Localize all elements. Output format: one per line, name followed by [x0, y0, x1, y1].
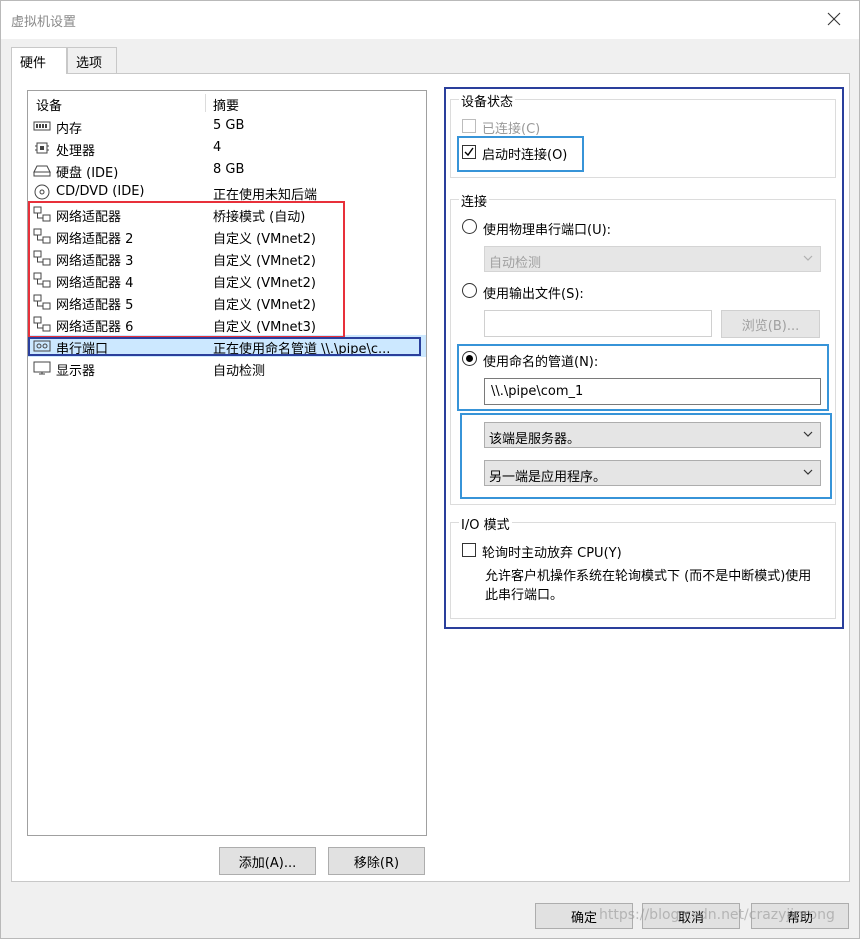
- device-summary: 5 GB: [213, 118, 245, 133]
- device-list[interactable]: 设备 摘要 内存 5 GB 处理器 4 硬盘 (IDE) 8 GB CD/DVD…: [27, 90, 427, 836]
- network-adapter-icon: [33, 272, 51, 288]
- device-summary: 自定义 (VMnet2): [213, 254, 316, 269]
- vm-settings-window: 虚拟机设置 硬件 选项 设备 摘要 内存 5 GB 处理器 4 硬盘 (IDE)…: [0, 0, 860, 939]
- device-row-hard-disk[interactable]: 硬盘 (IDE) 8 GB: [28, 159, 426, 181]
- device-summary: 4: [213, 140, 222, 155]
- connected-label: 已连接(C): [482, 122, 541, 137]
- device-summary: 桥接模式 (自动): [213, 210, 306, 225]
- device-summary: 自动检测: [213, 364, 266, 379]
- device-list-header: 设备 摘要: [28, 91, 426, 115]
- device-status-group: 设备状态 已连接(C) 启动时连接(O): [450, 91, 836, 178]
- column-summary[interactable]: 摘要: [213, 95, 239, 114]
- network-adapter-icon: [33, 250, 51, 266]
- device-name: 网络适配器 5: [56, 298, 134, 313]
- io-mode-group: I/O 模式 轮询时主动放弃 CPU(Y) 允许客户机操作系统在轮询模式下 (而…: [450, 514, 836, 619]
- display-icon: [33, 361, 51, 375]
- output-file-radio[interactable]: [462, 283, 477, 298]
- hard-disk-icon: [33, 165, 51, 177]
- device-name: 网络适配器 6: [56, 320, 134, 335]
- checkmark-icon: [464, 147, 474, 157]
- cd-dvd-icon: [34, 184, 50, 200]
- network-adapter-icon: [33, 206, 51, 222]
- connect-at-power-on-label: 启动时连接(O): [482, 148, 568, 163]
- device-summary: 自定义 (VMnet2): [213, 298, 316, 313]
- device-summary: 自定义 (VMnet2): [213, 276, 316, 291]
- remove-device-button[interactable]: 移除(R): [328, 847, 425, 875]
- device-row-network-adapter-2[interactable]: 网络适配器 2 自定义 (VMnet2): [28, 225, 426, 247]
- device-name: 串行端口: [56, 342, 109, 357]
- device-row-cd-dvd[interactable]: CD/DVD (IDE) 正在使用未知后端: [28, 181, 426, 203]
- device-name: 显示器: [56, 364, 96, 379]
- physical-port-select[interactable]: 自动检测: [484, 246, 821, 272]
- device-name: 网络适配器: [56, 210, 122, 225]
- yield-cpu-description: 允许客户机操作系统在轮询模式下 (而不是中断模式)使用此串行端口。: [485, 569, 812, 603]
- output-file-input[interactable]: [484, 310, 712, 337]
- network-adapter-icon: [33, 316, 51, 332]
- this-end-select[interactable]: 该端是服务器。: [484, 422, 821, 448]
- named-pipe-value: \\.\pipe\com_1: [491, 384, 584, 399]
- yield-cpu-checkbox[interactable]: [462, 543, 476, 557]
- device-name: 网络适配器 2: [56, 232, 134, 247]
- add-device-button[interactable]: 添加(A)...: [219, 847, 316, 875]
- network-adapter-icon: [33, 294, 51, 310]
- other-end-select[interactable]: 另一端是应用程序。: [484, 460, 821, 486]
- device-summary: 8 GB: [213, 162, 245, 177]
- watermark: https://blog.csdn.net/crazyjinrong: [599, 907, 835, 923]
- device-name: 网络适配器 4: [56, 276, 134, 291]
- connection-group: 连接 使用物理串行端口(U): 自动检测 使用输出文件(S): 浏览(B)...…: [450, 191, 836, 505]
- other-end-value: 另一端是应用程序。: [489, 470, 607, 485]
- connect-at-power-on-checkbox[interactable]: [462, 145, 476, 159]
- device-row-display[interactable]: 显示器 自动检测: [28, 357, 426, 379]
- close-icon: [827, 12, 841, 26]
- device-name: 处理器: [56, 144, 96, 159]
- device-name: CD/DVD (IDE): [56, 184, 145, 199]
- window-title: 虚拟机设置: [11, 15, 77, 30]
- device-row-network-adapter-3[interactable]: 网络适配器 3 自定义 (VMnet2): [28, 247, 426, 269]
- named-pipe-radio[interactable]: [462, 351, 477, 366]
- device-status-label: 设备状态: [459, 91, 516, 110]
- device-row-processor[interactable]: 处理器 4: [28, 137, 426, 159]
- physical-port-value: 自动检测: [489, 256, 542, 271]
- this-end-value: 该端是服务器。: [489, 432, 581, 447]
- device-summary: 正在使用未知后端: [213, 188, 318, 203]
- title-bar: 虚拟机设置: [1, 1, 859, 39]
- device-row-network-adapter-4[interactable]: 网络适配器 4 自定义 (VMnet2): [28, 269, 426, 291]
- hardware-tab-panel: 设备 摘要 内存 5 GB 处理器 4 硬盘 (IDE) 8 GB CD/DVD…: [11, 73, 850, 882]
- physical-port-radio[interactable]: [462, 219, 477, 234]
- chevron-down-icon: [803, 255, 813, 261]
- yield-cpu-label: 轮询时主动放弃 CPU(Y): [482, 546, 622, 561]
- device-name: 硬盘 (IDE): [56, 166, 119, 181]
- device-row-network-adapter[interactable]: 网络适配器 桥接模式 (自动): [28, 203, 426, 225]
- output-file-label: 使用输出文件(S):: [483, 287, 584, 302]
- serial-port-settings: 设备状态 已连接(C) 启动时连接(O) 连接 使用物理串行端口(U): 自动检…: [444, 87, 844, 629]
- named-pipe-label: 使用命名的管道(N):: [483, 355, 599, 370]
- device-summary: 自定义 (VMnet2): [213, 232, 316, 247]
- tab-hardware[interactable]: 硬件: [11, 47, 67, 74]
- device-summary: 自定义 (VMnet3): [213, 320, 316, 335]
- device-row-network-adapter-6[interactable]: 网络适配器 6 自定义 (VMnet3): [28, 313, 426, 335]
- physical-port-label: 使用物理串行端口(U):: [483, 223, 612, 238]
- device-name: 内存: [56, 122, 83, 137]
- network-adapter-icon: [33, 228, 51, 244]
- named-pipe-input[interactable]: \\.\pipe\com_1: [484, 378, 821, 405]
- chevron-down-icon: [803, 469, 813, 475]
- tab-options[interactable]: 选项: [67, 47, 117, 73]
- column-divider: [205, 94, 206, 112]
- connected-checkbox[interactable]: [462, 119, 476, 133]
- device-row-serial-port[interactable]: 串行端口 正在使用命名管道 \\.\pipe\c...: [28, 335, 426, 357]
- close-button[interactable]: [817, 3, 851, 35]
- device-name: 网络适配器 3: [56, 254, 134, 269]
- serial-port-icon: [33, 340, 51, 352]
- io-mode-label: I/O 模式: [459, 514, 512, 533]
- radio-dot: [466, 355, 473, 362]
- memory-icon: [33, 121, 51, 131]
- column-device[interactable]: 设备: [36, 95, 62, 114]
- device-row-network-adapter-5[interactable]: 网络适配器 5 自定义 (VMnet2): [28, 291, 426, 313]
- device-summary: 正在使用命名管道 \\.\pipe\c...: [213, 342, 391, 357]
- device-row-memory[interactable]: 内存 5 GB: [28, 115, 426, 137]
- browse-button[interactable]: 浏览(B)...: [721, 310, 820, 338]
- processor-icon: [35, 142, 49, 154]
- connection-label: 连接: [459, 191, 490, 210]
- chevron-down-icon: [803, 431, 813, 437]
